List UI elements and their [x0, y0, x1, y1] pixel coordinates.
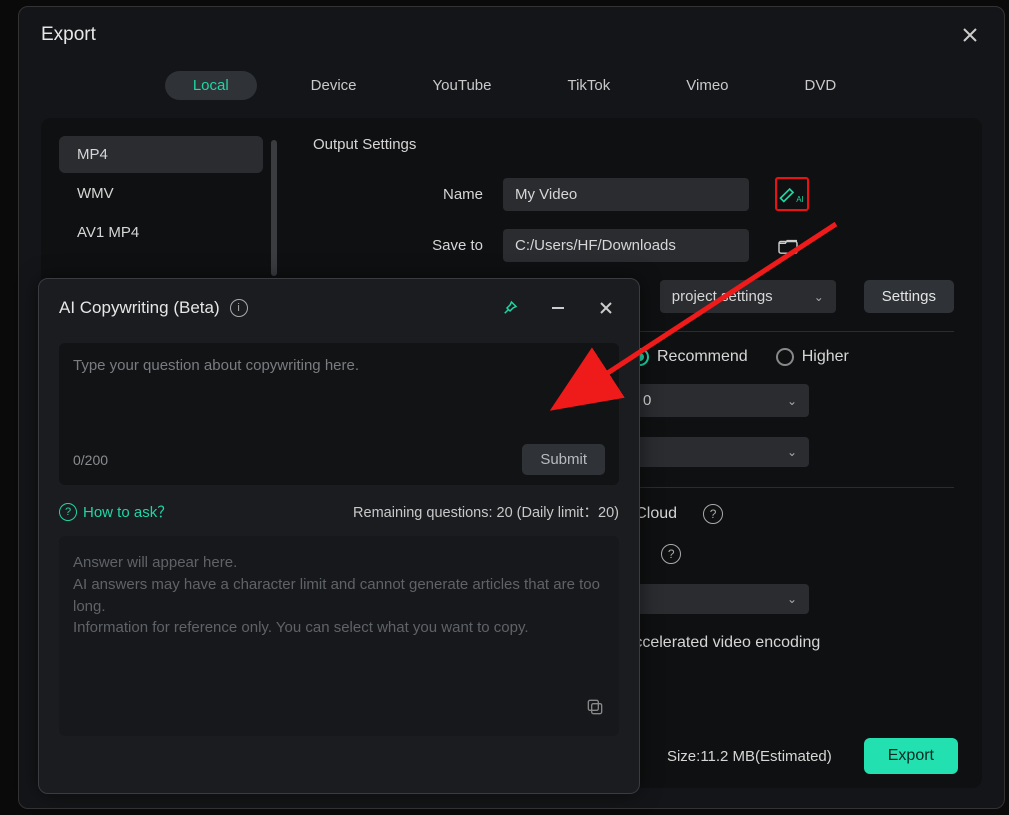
quality-higher[interactable]: Higher [776, 348, 849, 366]
tab-dvd[interactable]: DVD [783, 71, 859, 100]
tab-vimeo[interactable]: Vimeo [664, 71, 750, 100]
format-mp4[interactable]: MP4 [59, 136, 263, 173]
help-icon[interactable]: ? [661, 544, 681, 564]
remaining-questions: Remaining questions: 20 (Daily limit：20) [353, 501, 619, 522]
char-count: 0/200 [73, 452, 108, 468]
tab-youtube[interactable]: YouTube [411, 71, 514, 100]
answer-line: Information for reference only. You can … [73, 617, 605, 639]
answer-line: Answer will appear here. [73, 552, 605, 574]
saveto-field[interactable]: C:/Users/HF/Downloads [503, 229, 749, 262]
tab-tiktok[interactable]: TikTok [545, 71, 632, 100]
how-to-ask-label: How to ask？ [83, 501, 172, 522]
export-button[interactable]: Export [864, 738, 958, 774]
dropdown-c[interactable]: ⌄ [631, 584, 809, 614]
saveto-value: C:/Users/HF/Downloads [515, 237, 676, 254]
tab-local[interactable]: Local [165, 71, 257, 100]
chevron-down-icon: ⌄ [787, 592, 797, 606]
question-placeholder: Type your question about copywriting her… [73, 357, 605, 374]
ai-copywriting-dialog: AI Copywriting (Beta) i Type your questi… [38, 278, 640, 794]
copy-icon[interactable] [585, 697, 605, 724]
folder-icon[interactable] [775, 233, 801, 259]
section-title: Output Settings [313, 136, 954, 153]
info-icon[interactable]: i [230, 299, 248, 317]
submit-button[interactable]: Submit [522, 444, 605, 475]
format-av1mp4[interactable]: AV1 MP4 [59, 214, 263, 251]
export-tabs: Local Device YouTube TikTok Vimeo DVD [19, 57, 1004, 118]
how-to-ask-link[interactable]: ? How to ask？ [59, 501, 172, 522]
dropdown-a-value: 0 [643, 392, 651, 409]
saveto-label: Save to [313, 237, 483, 254]
quality-higher-label: Higher [802, 348, 849, 366]
ai-edit-icon[interactable]: AI [775, 177, 809, 211]
preset-value: project settings [672, 288, 773, 305]
close-icon[interactable] [593, 295, 619, 321]
settings-button[interactable]: Settings [864, 280, 954, 313]
encoding-label: J accelerated video encoding [613, 634, 820, 652]
chevron-down-icon: ⌄ [814, 290, 824, 304]
preset-dropdown[interactable]: project settings ⌄ [660, 280, 836, 313]
chevron-down-icon: ⌄ [787, 445, 797, 459]
answer-output: Answer will appear here. AI answers may … [59, 536, 619, 736]
footer-size: Size:11.2 MB(Estimated) [667, 748, 832, 765]
ai-dialog-title: AI Copywriting (Beta) [59, 298, 220, 318]
pin-icon[interactable] [497, 295, 523, 321]
quality-recommend-label: Recommend [657, 348, 748, 366]
help-icon[interactable]: ? [703, 504, 723, 524]
dropdown-b[interactable]: ⌄ [631, 437, 809, 467]
dialog-title: Export [41, 24, 96, 46]
sidebar-scrollbar[interactable] [271, 140, 277, 276]
quality-recommend[interactable]: Recommend [631, 348, 748, 366]
name-label: Name [313, 186, 483, 203]
chevron-down-icon: ⌄ [787, 394, 797, 408]
close-icon[interactable] [958, 23, 982, 47]
tab-device[interactable]: Device [289, 71, 379, 100]
minimize-icon[interactable] [545, 295, 571, 321]
dropdown-a[interactable]: 0 ⌄ [631, 384, 809, 417]
question-input[interactable]: Type your question about copywriting her… [59, 343, 619, 485]
name-input[interactable] [503, 178, 749, 211]
answer-line: AI answers may have a character limit an… [73, 574, 605, 618]
format-wmv[interactable]: WMV [59, 175, 263, 212]
